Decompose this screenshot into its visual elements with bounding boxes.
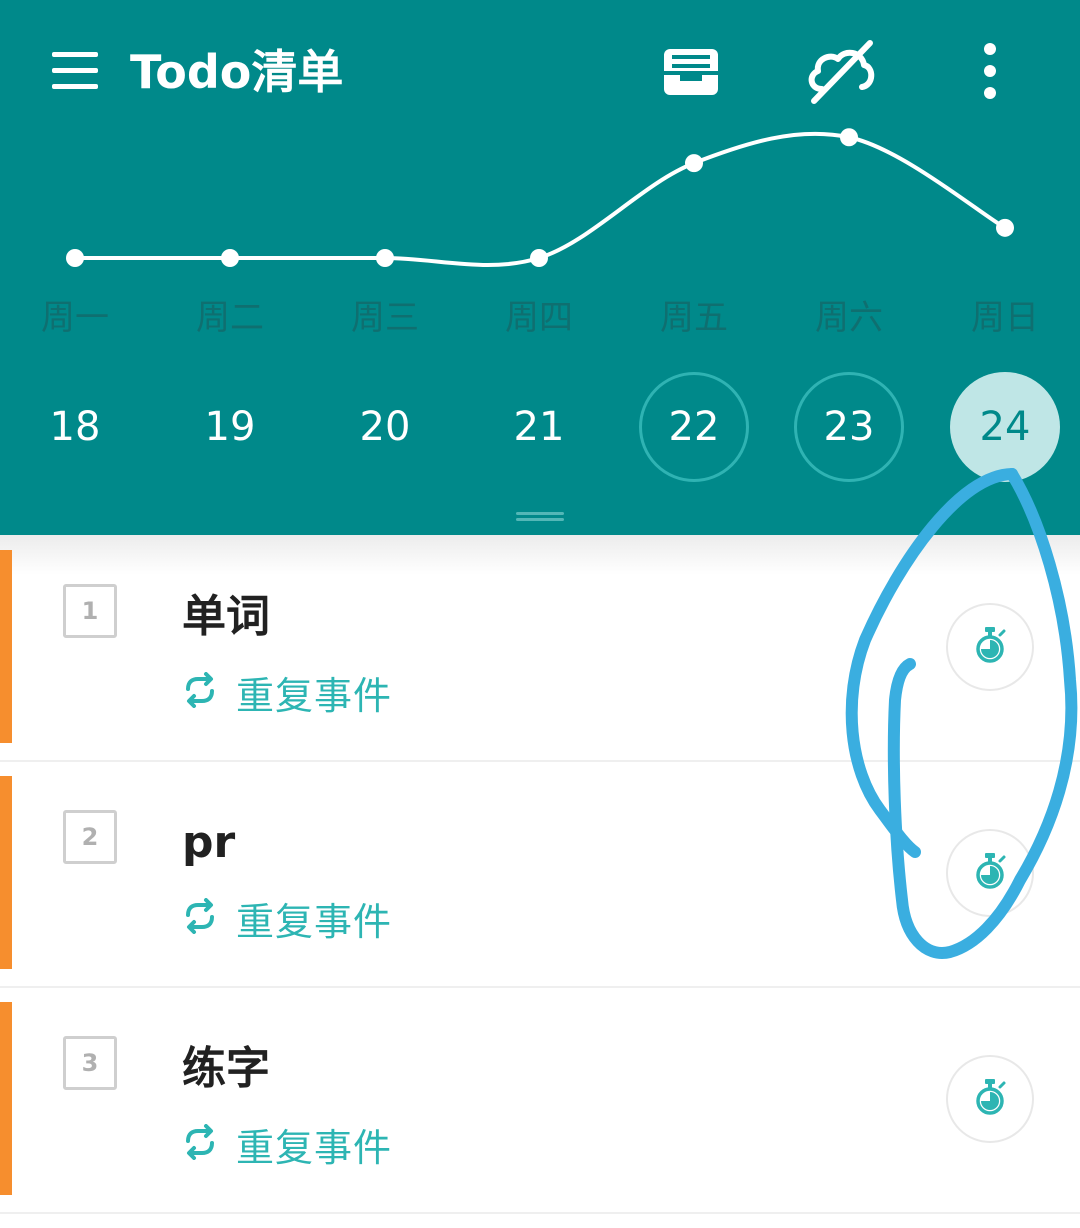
task-row[interactable]: 1 单词重复事件 [0, 535, 1080, 762]
more-vertical-icon[interactable] [972, 36, 1008, 106]
chart-point [996, 218, 1014, 237]
task-index-checkbox[interactable]: 1 [63, 584, 117, 638]
chart-point [66, 249, 84, 267]
date-item[interactable]: 23 [794, 372, 904, 482]
date-number: 20 [359, 404, 411, 450]
repeat-icon [182, 1124, 218, 1164]
menu-icon[interactable] [52, 50, 98, 90]
priority-bar [0, 776, 12, 969]
weekday-label: 周日 [971, 298, 1039, 338]
drag-handle[interactable] [516, 512, 564, 522]
timer-icon [973, 1078, 1007, 1120]
repeat-label: 重复事件 [182, 1119, 393, 1170]
task-index-checkbox[interactable]: 3 [63, 1036, 117, 1090]
timer-button[interactable] [946, 603, 1034, 691]
weekday-label: 周四 [505, 298, 573, 338]
chart-point [530, 249, 548, 267]
date-number: 21 [513, 404, 565, 450]
date-number: 18 [49, 404, 101, 450]
date-number: 22 [668, 404, 720, 450]
timer-icon [973, 626, 1007, 668]
date-item[interactable]: 19 [175, 372, 285, 482]
repeat-text: 重复事件 [236, 673, 393, 718]
priority-bar [0, 1002, 12, 1195]
date-number: 19 [204, 404, 256, 450]
chart-point [685, 154, 703, 173]
task-row[interactable]: 2 pr 重复事件 [0, 761, 1080, 988]
date-selected[interactable]: 24 [950, 372, 1060, 482]
chart-point [376, 249, 394, 267]
date-item[interactable]: 22 [639, 372, 749, 482]
repeat-icon [182, 898, 218, 938]
task-title: pr [182, 817, 236, 868]
timer-button[interactable] [946, 1055, 1034, 1143]
repeat-icon [182, 672, 218, 712]
weekly-chart [66, 128, 1014, 267]
repeat-text: 重复事件 [236, 1125, 393, 1170]
weekday-label: 周六 [815, 298, 883, 338]
timer-icon [973, 852, 1007, 894]
task-row[interactable]: 3 练字重复事件 [0, 987, 1080, 1214]
archive-icon[interactable] [658, 36, 724, 106]
task-index-checkbox[interactable]: 2 [63, 810, 117, 864]
chart-line [75, 131, 1007, 267]
task-title: 练字 [182, 1043, 270, 1094]
timer-button[interactable] [946, 829, 1034, 917]
weekday-label: 周三 [351, 298, 419, 338]
weekday-label: 周一 [41, 298, 109, 338]
chart-point [840, 128, 858, 147]
weekday-label: 周二 [196, 298, 264, 338]
priority-bar [0, 550, 12, 743]
task-title: 单词 [182, 591, 270, 642]
date-item[interactable]: 18 [20, 372, 130, 482]
page-title: Todo清单 [130, 45, 344, 99]
weekday-label: 周五 [660, 298, 728, 338]
header-panel: Todo清单 周一 周二 周三 周四 周五 周六 周日 18 19 20 21 22 23 24 [0, 0, 1080, 535]
date-item[interactable]: 20 [330, 372, 440, 482]
chart-point [221, 249, 239, 267]
date-item[interactable]: 21 [484, 372, 594, 482]
date-number: 24 [979, 404, 1031, 450]
task-list: 1 单词 重复事件 2 pr 重复事件 3 练字 重复事件 [0, 535, 1080, 1228]
repeat-text: 重复事件 [236, 899, 393, 944]
repeat-label: 重复事件 [182, 893, 393, 944]
cloud-off-icon[interactable] [800, 36, 882, 106]
date-number: 23 [823, 404, 875, 450]
repeat-label: 重复事件 [182, 667, 393, 718]
